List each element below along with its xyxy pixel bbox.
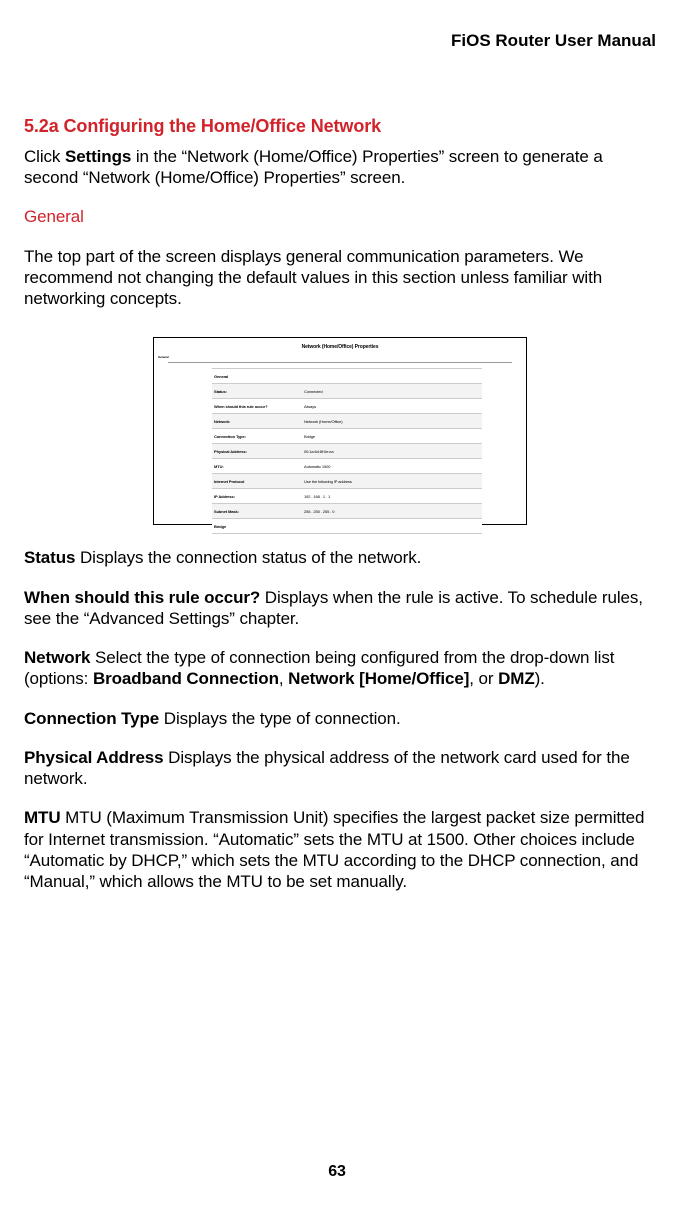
net-end: ).	[535, 669, 545, 688]
fig-row-label: Internet Protocol	[212, 479, 304, 484]
fig-row-value: 255 . 255 . 255 . 0	[304, 509, 482, 514]
fig-row-label: IP Address:	[212, 494, 304, 499]
def-status: Status Displays the connection status of…	[24, 547, 656, 568]
fig-row: Bridge	[212, 518, 482, 534]
page-number: 63	[0, 1162, 674, 1182]
def-rule: When should this rule occur? Displays wh…	[24, 587, 656, 630]
fig-row: Internet ProtocolUse the following IP ad…	[212, 473, 482, 488]
manual-page: FiOS Router User Manual 5.2a Configuring…	[0, 0, 674, 1206]
fig-tab: General	[158, 356, 168, 360]
net-opt2: Network [Home/Office]	[288, 669, 469, 688]
fig-title: Network (Home/Office) Properties	[154, 344, 526, 350]
fig-row-value: Automatic 1500	[304, 464, 482, 469]
net-sep1: ,	[279, 669, 288, 688]
body-mtu: MTU (Maximum Transmission Unit) specifie…	[24, 808, 644, 891]
def-mtu: MTU MTU (Maximum Transmission Unit) spec…	[24, 807, 656, 892]
fig-row: IP Address:192 . 168 . 1 . 1	[212, 488, 482, 503]
page-header: FiOS Router User Manual	[24, 30, 656, 51]
intro-bold: Settings	[65, 147, 131, 166]
term-conn: Connection Type	[24, 709, 159, 728]
figure-wrapper: Network (Home/Office) Properties General…	[24, 337, 656, 525]
fig-row-value: Use the following IP address	[304, 479, 482, 484]
fig-row: When should this rule occur?Always	[212, 398, 482, 413]
general-subhead: General	[24, 206, 656, 227]
term-status: Status	[24, 548, 75, 567]
fig-row-label: Bridge	[212, 524, 304, 529]
term-phys: Physical Address	[24, 748, 164, 767]
def-phys: Physical Address Displays the physical a…	[24, 747, 656, 790]
net-opt1: Broadband Connection	[93, 669, 279, 688]
fig-row-label: Status:	[212, 389, 304, 394]
term-mtu: MTU	[24, 808, 61, 827]
fig-row-value: 00:1a:6d:8f:0e:ea	[304, 449, 482, 454]
fig-rule	[168, 362, 512, 363]
net-opt3: DMZ	[498, 669, 535, 688]
fig-row-label: Network:	[212, 419, 304, 424]
body-status: Displays the connection status of the ne…	[75, 548, 421, 567]
body-conn: Displays the type of connection.	[159, 709, 400, 728]
fig-row-label: Physical Address:	[212, 449, 304, 454]
fig-row-label: Connection Type:	[212, 434, 304, 439]
term-network: Network	[24, 648, 90, 667]
section-heading: 5.2a Configuring the Home/Office Network	[24, 115, 656, 138]
general-body: The top part of the screen displays gene…	[24, 246, 656, 310]
fig-row-value: Network (Home/Office)	[304, 419, 482, 424]
fig-row-label: MTU:	[212, 464, 304, 469]
fig-row: Subnet Mask:255 . 255 . 255 . 0	[212, 503, 482, 518]
properties-screenshot: Network (Home/Office) Properties General…	[153, 337, 527, 525]
fig-row-label: When should this rule occur?	[212, 404, 304, 409]
fig-row: Network:Network (Home/Office)	[212, 413, 482, 428]
fig-row-value: 192 . 168 . 1 . 1	[304, 494, 482, 499]
net-sep2: , or	[469, 669, 498, 688]
fig-row-value: Always	[304, 404, 482, 409]
term-rule: When should this rule occur?	[24, 588, 260, 607]
fig-row: MTU:Automatic 1500	[212, 458, 482, 473]
def-conn: Connection Type Displays the type of con…	[24, 708, 656, 729]
fig-row: General	[212, 368, 482, 383]
fig-row-label: General	[212, 374, 304, 379]
fig-row-value: Connected	[304, 389, 482, 394]
intro-paragraph: Click Settings in the “Network (Home/Off…	[24, 146, 656, 189]
fig-row: Status:Connected	[212, 383, 482, 398]
fig-row: Physical Address:00:1a:6d:8f:0e:ea	[212, 443, 482, 458]
def-network: Network Select the type of connection be…	[24, 647, 656, 690]
fig-row-label: Subnet Mask:	[212, 509, 304, 514]
fig-row: Connection Type:Bridge	[212, 428, 482, 443]
intro-pre: Click	[24, 147, 65, 166]
fig-row-value: Bridge	[304, 434, 482, 439]
fig-table: GeneralStatus:ConnectedWhen should this …	[212, 368, 482, 534]
